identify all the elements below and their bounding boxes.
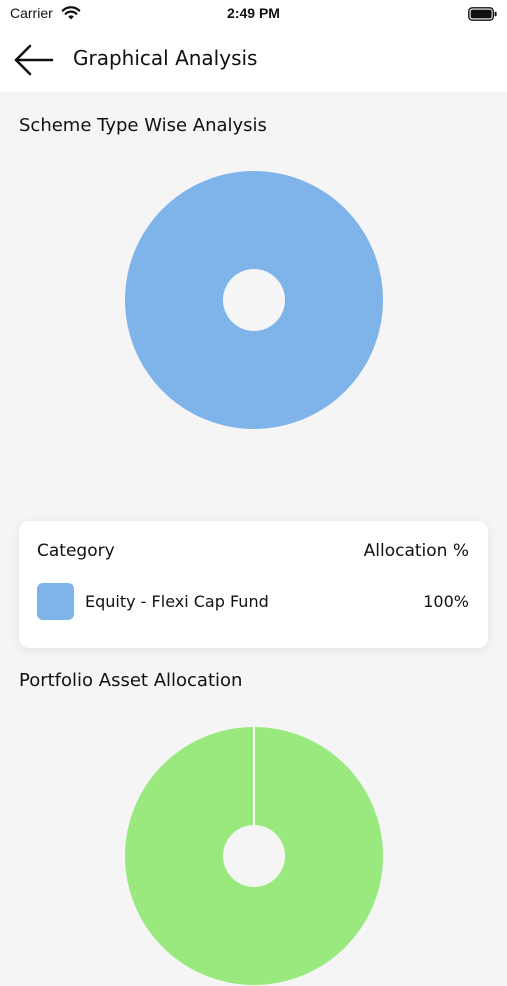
page-title: Graphical Analysis <box>73 46 258 70</box>
scheme-section-title: Scheme Type Wise Analysis <box>19 115 267 136</box>
legend-header-category: Category <box>37 541 115 561</box>
legend-item-label: Equity - Flexi Cap Fund <box>85 592 269 611</box>
scheme-donut-slice-0 <box>125 171 383 429</box>
app-header: Graphical Analysis <box>0 30 507 92</box>
legend-header-allocation: Allocation % <box>363 541 469 561</box>
legend-color-swatch <box>37 583 74 620</box>
status-bar: Carrier 2:49 PM <box>0 0 507 30</box>
legend-item-value: 100% <box>423 592 469 611</box>
arrow-left-icon <box>14 44 54 76</box>
status-time: 2:49 PM <box>227 5 280 21</box>
back-button[interactable] <box>12 42 56 78</box>
legend-card: Category Allocation % Equity - Flexi Cap… <box>19 521 488 648</box>
battery-icon <box>468 7 498 26</box>
scheme-donut-chart <box>125 171 383 429</box>
asset-section-title: Portfolio Asset Allocation <box>19 670 243 691</box>
asset-donut-chart <box>125 727 383 985</box>
